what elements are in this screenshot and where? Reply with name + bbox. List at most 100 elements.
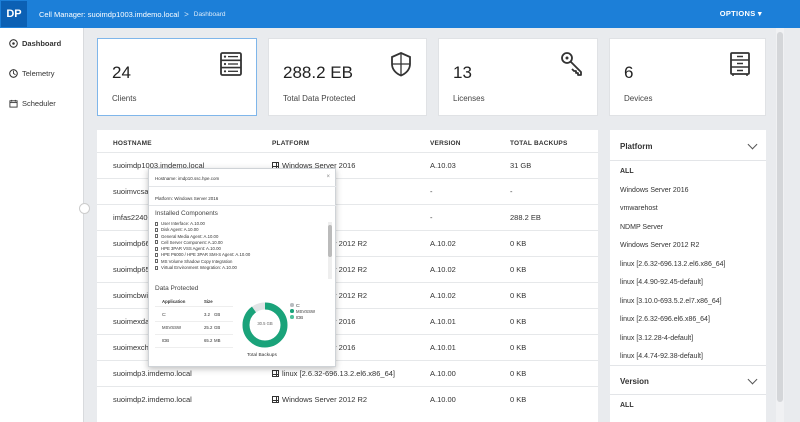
version-cell-text: A.10.02 <box>430 265 456 274</box>
filter-platform-option[interactable]: linux [4.4.74-92.38-default] <box>620 353 703 360</box>
breadcrumb-separator-icon: > <box>184 9 189 19</box>
sidebar-collapse-handle[interactable] <box>79 203 90 214</box>
version-cell-text: A.10.03 <box>430 161 456 170</box>
stat-card-total-data-protected[interactable]: 288.2 EB Total Data Protected <box>268 38 427 116</box>
divider <box>149 186 337 187</box>
total-backups-cell-text: 288.2 EB <box>510 213 541 222</box>
version-cell-text: A.10.02 <box>430 291 456 300</box>
chevron-down-icon[interactable] <box>747 374 758 385</box>
chevron-down-icon[interactable] <box>747 139 758 150</box>
total-backups-cell: 0 KB <box>510 265 526 274</box>
page-scrollbar[interactable] <box>776 28 784 422</box>
filter-platform-title[interactable]: Platform <box>620 142 652 151</box>
hostname-cell-text: suoimdp2.imdemo.local <box>113 395 192 404</box>
document-icon <box>155 246 158 251</box>
hostname-cell[interactable]: suoimdp2.imdemo.local <box>113 395 192 404</box>
dp-header-size: Size <box>204 299 213 304</box>
version-cell-text: - <box>430 213 433 222</box>
filter-platform-option[interactable]: linux [4.4.90-92.45-default] <box>620 279 703 286</box>
component-label: HPE P6000 / HPE 3PAR SMI-S Agent: A.10.0… <box>161 252 251 258</box>
legend-label: C: <box>296 302 301 308</box>
filter-platform-option[interactable]: linux [3.12.28-4-default] <box>620 335 693 342</box>
popup-hostname: Hostname: imdp10.ssc.hpe.com <box>155 176 220 181</box>
version-cell-text: A.10.02 <box>430 239 456 248</box>
total-backups-cell-text: 0 KB <box>510 317 527 326</box>
scrollbar-thumb[interactable] <box>777 32 783 402</box>
divider <box>149 205 337 206</box>
filter-platform-option[interactable]: Windows Server 2012 R2 <box>620 242 699 249</box>
component-label: MS Volume Shadow Copy Integration <box>161 258 233 264</box>
hostname-cell[interactable]: suoimdp66 <box>113 239 150 248</box>
hostname-cell[interactable]: imfas2240- <box>113 213 150 222</box>
filter-platform-option[interactable]: NDMP Server <box>620 224 663 231</box>
scrollbar-thumb[interactable] <box>328 225 332 257</box>
document-icon <box>155 259 158 264</box>
legend-swatch <box>290 309 294 313</box>
stat-value: 288.2 EB <box>283 63 353 82</box>
filter-platform-option[interactable]: linux [2.6.32-696.13.2.el6.x86_64] <box>620 261 725 268</box>
hostname-cell-text: imfas2240- <box>113 213 151 222</box>
platform-cell: Windows Server 2012 R2 <box>272 395 367 404</box>
stat-label: Clients <box>112 94 137 103</box>
breadcrumb[interactable]: Dashboard <box>194 11 226 18</box>
popup-platform: Platform: Windows Server 2016 <box>155 196 219 201</box>
hostname-cell[interactable]: suoimdp3.imdemo.local <box>113 369 192 378</box>
options-menu-button[interactable]: OPTIONS ▾ <box>720 9 762 18</box>
document-icon <box>155 221 158 226</box>
version-cell: A.10.02 <box>430 239 456 248</box>
filter-platform-option[interactable]: ALL <box>620 168 634 175</box>
stat-card-devices[interactable]: 6 Devices <box>609 38 766 116</box>
legend-swatch <box>290 303 294 307</box>
stat-card-licenses[interactable]: 13 Licenses <box>438 38 598 116</box>
data-protected-title: Data Protected <box>155 285 199 292</box>
stat-card-clients[interactable]: 24 Clients <box>97 38 257 116</box>
document-icon <box>155 227 158 232</box>
version-cell: A.10.01 <box>430 343 456 352</box>
components-scrollbar[interactable] <box>328 222 332 279</box>
platform-cell-text: linux [2.6.32-696.13.2.el6.x86_64] <box>282 369 396 378</box>
total-backups-cell: - <box>510 187 513 196</box>
close-icon[interactable]: × <box>326 174 330 180</box>
total-backups-cell-text: 0 KB <box>510 343 527 352</box>
filter-version-title[interactable]: Version <box>620 377 649 386</box>
divider <box>610 365 766 366</box>
filter-version-option[interactable]: ALL <box>620 402 634 409</box>
divider <box>155 306 233 307</box>
app-logo[interactable]: DP <box>1 1 27 27</box>
total-backups-cell: 0 KB <box>510 343 526 352</box>
filter-platform-option[interactable]: linux [3.10.0-693.5.2.el7.x86_64] <box>620 298 722 305</box>
hostname-cell-text: suoimcbwin <box>113 291 153 300</box>
filter-platform-option[interactable]: linux [2.6.32-696.el6.x86_64] <box>620 316 710 323</box>
total-backups-cell: 0 KB <box>510 317 526 326</box>
sidebar-item-scheduler[interactable]: Scheduler <box>9 99 56 108</box>
table-row[interactable]: suoimdp2.imdemo.local Windows Server 2012… <box>97 386 598 411</box>
hostname-cell[interactable]: suoimvcsa1 <box>113 187 153 196</box>
hostname-cell[interactable]: suoimdp65 <box>113 265 150 274</box>
version-cell: A.10.00 <box>430 369 456 378</box>
filter-panel: Platform ALL Windows Server 2016 vmwarehos… <box>610 130 766 422</box>
component-label: Disk Agent: A.10.00 <box>161 227 199 233</box>
stat-value: 13 <box>453 63 472 82</box>
filter-platform-option[interactable]: vmwarehost <box>620 205 658 212</box>
sidebar-item-label: Telemetry <box>22 69 55 78</box>
hostname-cell[interactable]: suoimcbwin <box>113 291 152 300</box>
total-backups-cell-text: 0 KB <box>510 369 527 378</box>
column-header-hostname[interactable]: HOSTNAME <box>113 140 152 147</box>
column-header-platform[interactable]: PLATFORM <box>272 140 309 147</box>
os-icon <box>272 396 279 403</box>
sidebar-item-telemetry[interactable]: Telemetry <box>9 69 55 78</box>
platform-cell: linux [2.6.32-696.13.2.el6.x86_64] <box>272 369 395 378</box>
dp-app: C: <box>162 312 167 317</box>
total-backups-cell: 31 GB <box>510 161 531 170</box>
version-cell-text: A.10.01 <box>430 317 456 326</box>
document-icon <box>155 252 158 257</box>
stat-value: 6 <box>624 63 634 82</box>
column-header-total-backups[interactable]: TOTAL BACKUPS <box>510 140 568 147</box>
divider <box>155 347 233 348</box>
column-header-version[interactable]: VERSION <box>430 140 461 147</box>
document-icon <box>155 265 158 270</box>
installed-components-list[interactable]: User Interface: A.10.00 Disk Agent: A.10.… <box>155 221 327 277</box>
sidebar: Dashboard Telemetry Scheduler <box>0 28 84 422</box>
filter-platform-option[interactable]: Windows Server 2016 <box>620 187 688 194</box>
sidebar-item-dashboard[interactable]: Dashboard <box>9 39 61 48</box>
